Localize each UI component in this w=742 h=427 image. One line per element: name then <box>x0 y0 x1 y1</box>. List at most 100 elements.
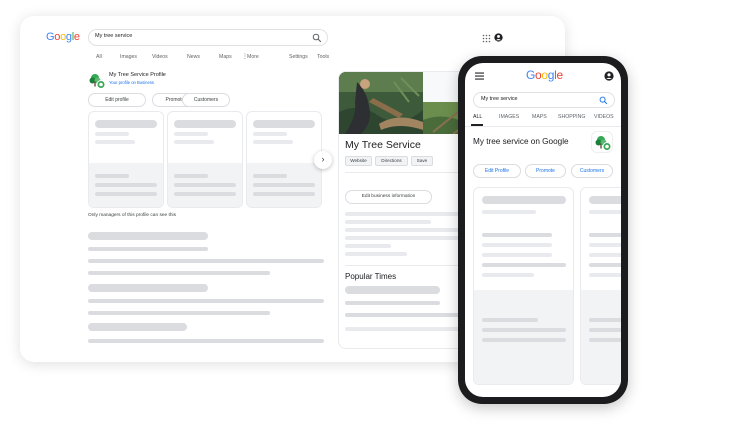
placeholder-bar <box>345 252 407 256</box>
tab-settings[interactable]: Settings <box>289 54 308 60</box>
placeholder-bar <box>345 212 465 216</box>
placeholder-bar <box>174 174 208 178</box>
edit-profile-button[interactable]: Edit Profile <box>473 164 521 178</box>
placeholder-bar <box>345 228 465 232</box>
tab-all[interactable]: All <box>96 54 102 60</box>
placeholder-bar <box>482 253 552 257</box>
divider <box>465 126 621 127</box>
hamburger-menu-icon[interactable] <box>475 72 484 80</box>
tab-videos[interactable]: VIDEOS <box>594 114 614 120</box>
edit-business-info-button[interactable]: Edit business information <box>345 190 432 204</box>
placeholder-card-footer <box>581 289 621 384</box>
tab-more[interactable]: More <box>247 54 259 60</box>
search-box[interactable]: My tree service <box>473 92 615 108</box>
account-icon[interactable] <box>494 33 503 42</box>
placeholder-bar <box>482 243 552 247</box>
placeholder-bar <box>88 339 324 343</box>
customers-button[interactable]: Customers <box>571 164 613 178</box>
divider <box>345 172 465 173</box>
placeholder-bar <box>95 183 157 187</box>
business-name: My Tree Service <box>345 139 421 151</box>
placeholder-bar <box>345 313 465 317</box>
tab-images[interactable]: IMAGES <box>499 114 519 120</box>
placeholder-bar <box>174 192 236 196</box>
search-icon[interactable] <box>599 96 608 105</box>
tab-news[interactable]: News <box>187 54 200 60</box>
tab-images[interactable]: Images <box>120 54 137 60</box>
search-box[interactable]: My tree service <box>88 29 328 46</box>
placeholder-bar <box>589 338 621 342</box>
directions-button[interactable]: Directions <box>375 156 408 166</box>
tab-tools[interactable]: Tools <box>317 54 329 60</box>
placeholder-bar <box>589 318 621 322</box>
popular-times-heading: Popular Times <box>345 272 397 281</box>
tab-all[interactable]: ALL <box>473 114 482 120</box>
placeholder-bar <box>95 140 135 144</box>
save-button[interactable]: Save <box>411 156 433 166</box>
placeholder-bar <box>253 120 315 128</box>
divider <box>345 265 465 266</box>
tab-videos[interactable]: Videos <box>152 54 168 60</box>
tab-maps[interactable]: Maps <box>219 54 232 60</box>
profile-title: My Tree Service Profile <box>109 72 166 78</box>
placeholder-bar <box>589 263 621 267</box>
chevron-right-icon[interactable]: › <box>314 151 332 169</box>
apps-grid-icon[interactable] <box>482 34 491 43</box>
placeholder-bar <box>88 284 208 292</box>
placeholder-bar <box>88 323 187 331</box>
placeholder-bar <box>589 233 621 237</box>
tree-logo-icon <box>89 74 106 89</box>
placeholder-bar <box>345 236 465 240</box>
placeholder-bar <box>482 338 566 342</box>
placeholder-card[interactable] <box>473 187 574 385</box>
placeholder-bar <box>482 273 534 277</box>
placeholder-bar <box>345 244 391 248</box>
profile-logo <box>591 131 613 153</box>
google-logo[interactable]: Google <box>46 31 80 43</box>
tab-maps[interactable]: MAPS <box>532 114 547 120</box>
placeholder-bar <box>589 273 621 277</box>
placeholder-bar <box>174 120 236 128</box>
google-logo[interactable]: Google <box>526 68 563 82</box>
placeholder-bar <box>88 271 270 275</box>
customers-button[interactable]: Customers <box>182 93 230 107</box>
placeholder-bar <box>482 233 552 237</box>
placeholder-card[interactable] <box>167 111 243 208</box>
placeholder-bar <box>589 210 621 214</box>
search-icon[interactable] <box>312 33 322 43</box>
website-button[interactable]: Website <box>345 156 372 166</box>
placeholder-bar <box>95 120 157 128</box>
tree-service-photo <box>339 72 423 134</box>
placeholder-bar <box>345 301 440 305</box>
tree-logo-icon <box>595 136 612 151</box>
placeholder-bar <box>88 232 208 240</box>
placeholder-bar <box>253 192 315 196</box>
edit-profile-button[interactable]: Edit profile <box>88 93 146 107</box>
account-icon[interactable] <box>604 71 614 81</box>
placeholder-bar <box>174 140 214 144</box>
phone-frame: Google My tree service ALL IMAGES MAPS S… <box>458 56 628 404</box>
placeholder-bar <box>95 132 129 136</box>
tab-shopping[interactable]: SHOPPING <box>558 114 585 120</box>
placeholder-bar <box>482 196 566 204</box>
placeholder-bar <box>88 299 324 303</box>
placeholder-bar <box>253 132 287 136</box>
placeholder-bar <box>482 328 566 332</box>
placeholder-bar <box>253 183 315 187</box>
placeholder-bar <box>253 174 287 178</box>
profile-subtitle[interactable]: Your profile on Business <box>109 80 154 85</box>
phone-screen: Google My tree service ALL IMAGES MAPS S… <box>465 63 621 397</box>
placeholder-bar <box>345 286 440 294</box>
search-input[interactable]: My tree service <box>95 33 132 39</box>
placeholder-card-footer <box>474 289 573 384</box>
placeholder-bar <box>345 327 465 331</box>
promote-button[interactable]: Promote <box>525 164 566 178</box>
placeholder-bar <box>482 318 538 322</box>
placeholder-card[interactable] <box>246 111 322 208</box>
placeholder-card[interactable] <box>88 111 164 208</box>
placeholder-bar <box>95 174 129 178</box>
search-input[interactable]: My tree service <box>481 96 518 102</box>
placeholder-card[interactable] <box>580 187 621 385</box>
placeholder-bar <box>253 140 293 144</box>
placeholder-bar <box>482 210 536 214</box>
